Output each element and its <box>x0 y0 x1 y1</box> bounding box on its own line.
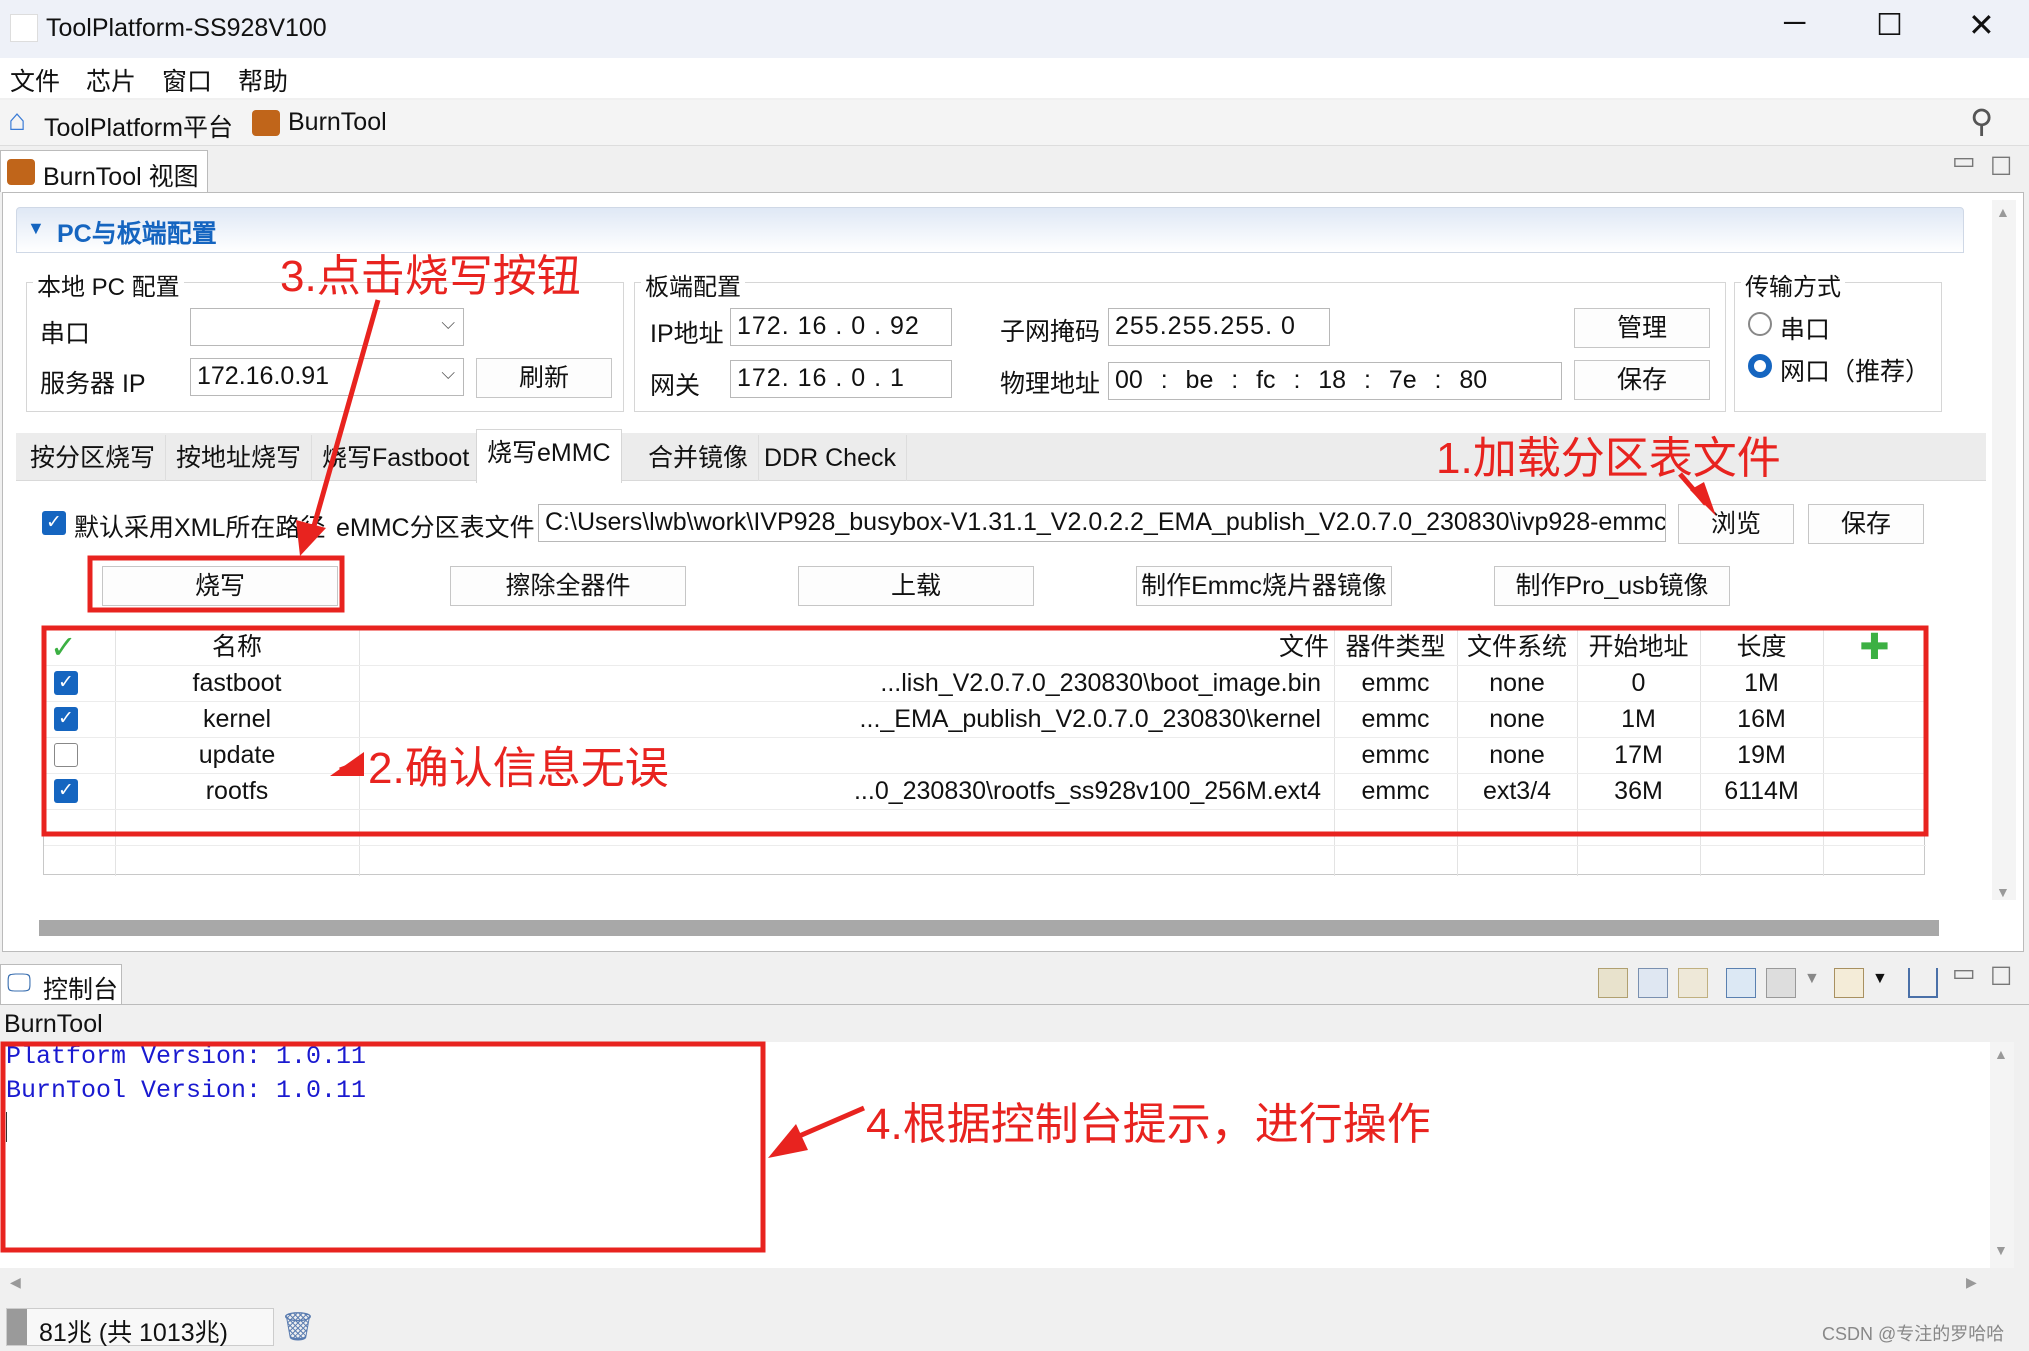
annotation-step-2: 2.确认信息无误 <box>368 744 669 793</box>
arrow-3-line <box>307 299 381 541</box>
arrow-3-head <box>296 520 326 556</box>
annotation-step-3: 3.点击烧写按钮 <box>280 252 581 301</box>
arrow-2-head <box>330 752 364 776</box>
table-highlight <box>41 625 1929 837</box>
arrow-4-head <box>768 1124 808 1158</box>
annotation-step-4: 4.根据控制台提示，进行操作 <box>866 1100 1431 1149</box>
console-highlight <box>0 1041 766 1253</box>
annotation-step-1: 1.加载分区表文件 <box>1436 434 1781 483</box>
burn-button-highlight <box>87 555 345 613</box>
